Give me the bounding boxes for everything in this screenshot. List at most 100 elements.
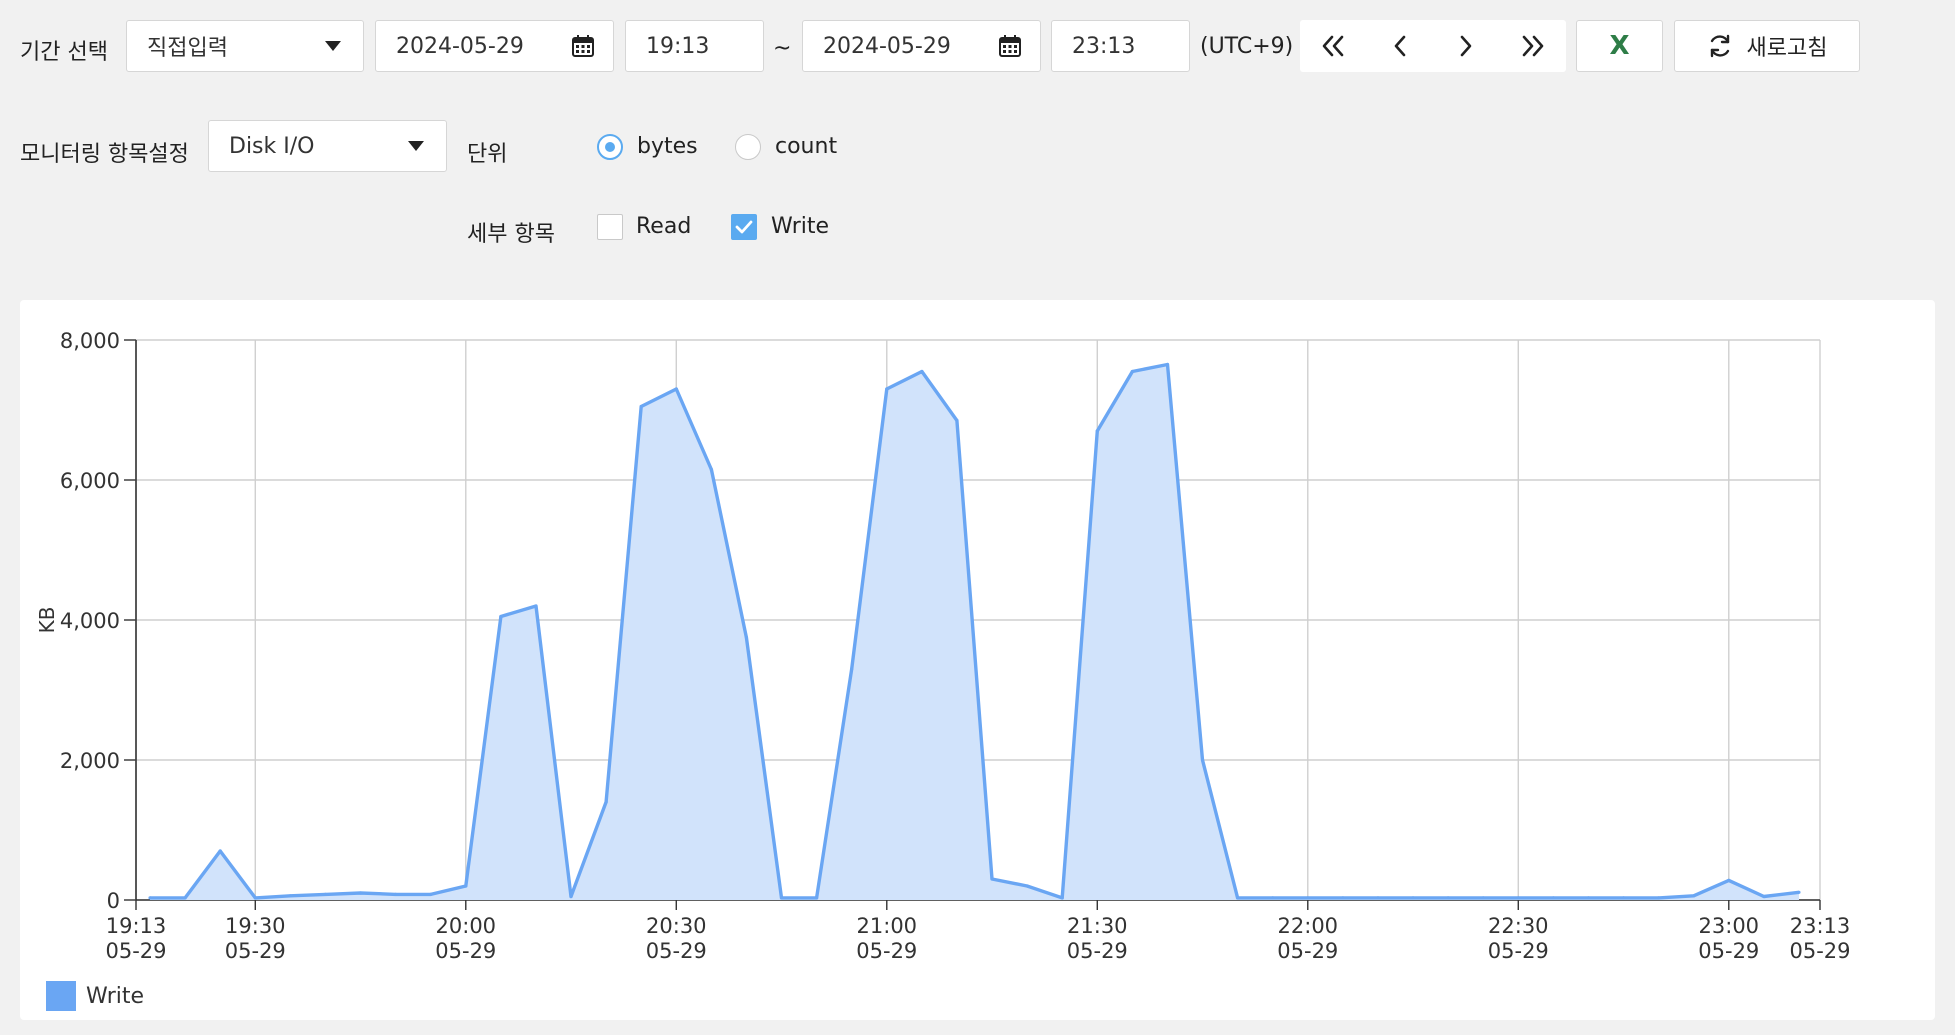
start-time-value: 19:13 <box>646 33 710 59</box>
double-chevron-left-icon <box>1322 35 1344 57</box>
data-point <box>674 387 678 391</box>
data-point <box>1621 896 1626 900</box>
monitoring-label: 모니터링 항목설정 <box>20 142 189 167</box>
data-point <box>1165 362 1170 367</box>
data-point <box>1376 896 1380 900</box>
data-point <box>1516 896 1520 900</box>
chart-panel: 0 2,000 4,000 6,000 8,000 19:13 05-29 19:30 05-2… <box>20 300 1935 1020</box>
data-point <box>358 891 363 895</box>
checkmark-icon <box>735 220 753 234</box>
data-point <box>464 884 468 888</box>
data-point <box>1095 429 1099 433</box>
data-point <box>955 418 959 423</box>
y-tick-label: 0 <box>107 889 120 913</box>
data-point <box>709 467 713 472</box>
data-point <box>815 896 819 900</box>
data-point <box>1271 896 1275 900</box>
detail-option-write-label: Write <box>771 214 830 239</box>
x-tick-label-date: 05-29 <box>225 939 286 963</box>
data-point <box>604 800 608 804</box>
y-tick-label: 8,000 <box>60 329 120 353</box>
x-tick-label-date: 05-29 <box>646 939 707 963</box>
data-point <box>218 849 222 853</box>
detail-checkbox-read[interactable] <box>597 214 623 240</box>
data-point <box>1692 894 1696 898</box>
x-tick-label-time: 23:00 <box>1699 914 1760 938</box>
data-point <box>1797 890 1801 894</box>
end-time-value: 23:13 <box>1072 33 1136 59</box>
data-point <box>534 604 538 608</box>
first-period-button[interactable] <box>1300 20 1367 72</box>
end-time-input[interactable]: 23:13 <box>1051 20 1190 72</box>
x-tick-label-time: 22:00 <box>1278 914 1339 938</box>
data-point <box>1060 896 1064 900</box>
excel-export-button[interactable]: X <box>1576 20 1663 72</box>
y-tick-label: 4,000 <box>60 609 120 633</box>
data-point <box>1341 896 1345 900</box>
period-separator: ~ <box>773 36 792 61</box>
x-tick-label-time: 21:00 <box>857 914 918 938</box>
data-point <box>429 892 433 897</box>
data-point <box>183 896 187 900</box>
chevron-down-icon <box>408 141 424 151</box>
data-point <box>323 892 328 897</box>
x-tick-label-time: 21:30 <box>1067 914 1128 938</box>
period-nav-group <box>1300 20 1566 72</box>
end-date-value: 2024-05-29 <box>823 33 951 59</box>
timezone-label: (UTC+9) <box>1200 34 1294 59</box>
period-mode-value: 직접입력 <box>147 36 228 61</box>
x-tick-label-time: 19:13 <box>106 914 167 938</box>
data-point <box>990 877 994 881</box>
data-point <box>1130 369 1134 374</box>
end-date-input[interactable]: 2024-05-29 <box>802 20 1041 72</box>
y-axis-label: KB <box>35 607 59 634</box>
last-period-button[interactable] <box>1500 20 1567 72</box>
x-tick-label-date: 05-29 <box>1488 939 1549 963</box>
x-tick-label-time: 23:13 <box>1790 914 1851 938</box>
x-tick-label-time: 20:30 <box>646 914 707 938</box>
data-point <box>1446 896 1450 900</box>
disk-io-chart: 02,0004,0006,0008,00019:1305-2919:3005-2… <box>35 329 1851 963</box>
x-tick-label-date: 05-29 <box>1698 939 1759 963</box>
data-point <box>394 892 398 897</box>
data-point <box>1657 896 1661 900</box>
data-point <box>1762 894 1766 899</box>
unit-option-bytes-label: bytes <box>637 134 698 159</box>
refresh-label: 새로고침 <box>1746 36 1828 61</box>
refresh-button[interactable]: 새로고침 <box>1674 20 1860 72</box>
start-date-input[interactable]: 2024-05-29 <box>375 20 614 72</box>
x-tick-label-date: 05-29 <box>105 939 166 963</box>
unit-label: 단위 <box>467 142 508 167</box>
prev-period-button[interactable] <box>1367 20 1434 72</box>
detail-checkbox-write[interactable] <box>731 214 757 240</box>
unit-radio-count[interactable] <box>735 134 761 160</box>
data-point <box>1586 896 1591 900</box>
detail-label: 세부 항목 <box>467 222 555 247</box>
calendar-icon[interactable] <box>998 34 1022 58</box>
data-point <box>1306 896 1310 900</box>
period-mode-select[interactable]: 직접입력 <box>126 20 364 72</box>
unit-option-count-label: count <box>775 134 838 159</box>
chart-legend[interactable]: Write <box>46 981 144 1011</box>
data-point <box>1236 896 1240 900</box>
data-point <box>885 387 889 391</box>
start-date-value: 2024-05-29 <box>396 33 524 59</box>
monitoring-item-select[interactable]: Disk I/O <box>208 120 447 172</box>
start-time-input[interactable]: 19:13 <box>625 20 764 72</box>
chevron-down-icon <box>325 41 341 51</box>
unit-radio-bytes[interactable] <box>597 134 623 160</box>
data-point <box>253 896 257 900</box>
data-point <box>920 369 924 374</box>
data-point <box>1727 878 1731 883</box>
double-chevron-right-icon <box>1522 35 1544 57</box>
data-point <box>1411 896 1415 900</box>
calendar-icon[interactable] <box>571 34 595 58</box>
excel-icon: X <box>1609 31 1630 61</box>
data-point <box>1551 896 1555 900</box>
data-point <box>1200 758 1205 762</box>
x-tick-label-time: 20:00 <box>436 914 497 938</box>
next-period-button[interactable] <box>1433 20 1500 72</box>
refresh-icon <box>1710 34 1729 58</box>
legend-label-write: Write <box>86 983 145 1009</box>
data-point <box>288 894 292 898</box>
